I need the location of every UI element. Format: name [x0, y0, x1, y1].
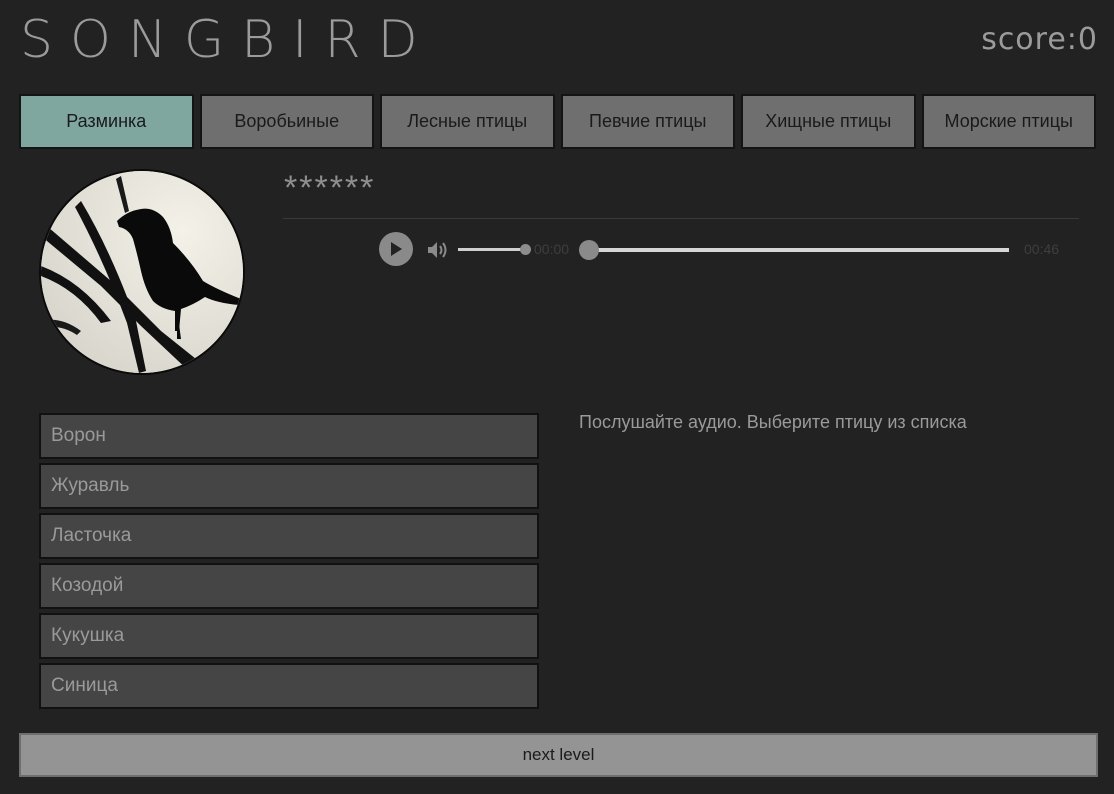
tab-forest-birds[interactable]: Лесные птицы	[380, 94, 555, 149]
answer-list: Ворон Журавль Ласточка Козодой Кукушка С…	[39, 413, 539, 713]
answer-option[interactable]: Кукушка	[39, 613, 539, 659]
tab-sea-birds[interactable]: Морские птицы	[921, 94, 1096, 149]
score-display: score:0	[981, 22, 1098, 57]
volume-thumb[interactable]	[520, 244, 531, 255]
divider	[283, 218, 1079, 219]
answer-option[interactable]: Ласточка	[39, 513, 539, 559]
next-level-button[interactable]: next level	[19, 733, 1098, 777]
instruction-text: Послушайте аудио. Выберите птицу из спис…	[579, 412, 967, 432]
audio-player: 00:00 00:46	[379, 232, 1079, 268]
tab-warmup[interactable]: Разминка	[19, 94, 194, 149]
answer-option[interactable]: Синица	[39, 663, 539, 709]
seek-slider[interactable]	[588, 248, 1009, 252]
bird-image	[39, 169, 245, 375]
current-time: 00:00	[534, 241, 570, 257]
tab-birds-of-prey[interactable]: Хищные птицы	[741, 94, 916, 149]
play-icon	[391, 242, 402, 256]
category-tabs: Разминка Воробьиные Лесные птицы Певчие …	[19, 94, 1096, 149]
tab-songbirds[interactable]: Певчие птицы	[560, 94, 735, 149]
answer-option[interactable]: Ворон	[39, 413, 539, 459]
app-logo: SONGBIRD	[20, 10, 435, 70]
tab-passerines[interactable]: Воробьиные	[199, 94, 374, 149]
total-time: 00:46	[1024, 241, 1060, 257]
seek-thumb[interactable]	[579, 240, 599, 260]
bird-silhouette-icon	[41, 171, 243, 373]
hidden-bird-name: ******	[284, 169, 376, 207]
volume-icon[interactable]	[427, 240, 449, 260]
answer-option[interactable]: Журавль	[39, 463, 539, 509]
play-button[interactable]	[379, 232, 413, 266]
answer-option[interactable]: Козодой	[39, 563, 539, 609]
volume-slider[interactable]	[458, 248, 526, 251]
